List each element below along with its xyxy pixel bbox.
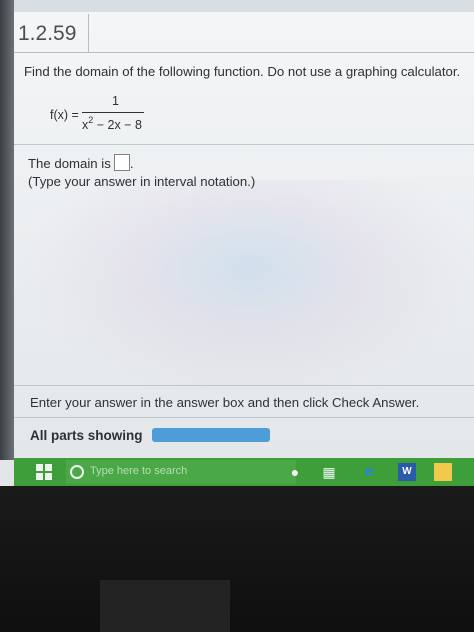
answer-input-box[interactable]: [113, 154, 130, 171]
function-label: f(x) =: [50, 108, 79, 122]
problem-number-box: 1.2.59: [14, 14, 89, 53]
screen-glare: [20, 180, 474, 400]
fraction-bar: [82, 112, 144, 113]
instruction-message: Enter your answer in the answer box and …: [30, 395, 420, 410]
windows-start-icon[interactable]: [36, 464, 52, 480]
file-explorer-icon[interactable]: [434, 463, 452, 481]
problem-instruction: Find the domain of the following functio…: [24, 64, 461, 79]
word-icon[interactable]: W: [398, 463, 416, 481]
task-view-icon[interactable]: ▦: [320, 463, 338, 481]
parts-showing-label: All parts showing: [30, 428, 143, 443]
numerator: 1: [112, 94, 119, 108]
answer-prompt-period: .: [129, 156, 134, 171]
monitor-bezel: [0, 486, 474, 632]
denominator-rest: − 2x − 8: [93, 118, 142, 132]
progress-fill: [152, 428, 270, 442]
divider: [14, 385, 474, 386]
function-expression: f(x) = 1 x2 − 2x − 8: [50, 94, 170, 138]
divider: [14, 417, 474, 418]
taskbar: Type here to search ● ▦ e W: [14, 458, 474, 486]
denominator: x2 − 2x − 8: [82, 115, 142, 132]
search-icon: [70, 465, 84, 479]
search-placeholder: Type here to search: [90, 465, 188, 477]
microphone-icon[interactable]: ●: [286, 463, 304, 481]
desk-object: [100, 580, 230, 632]
edge-browser-icon[interactable]: e: [360, 463, 378, 481]
denominator-exponent: 2: [88, 115, 94, 125]
divider: [14, 52, 474, 53]
answer-prompt: The domain is.: [28, 154, 134, 171]
screen: 1.2.59 Find the domain of the following …: [0, 0, 474, 486]
problem-number: 1.2.59: [18, 22, 77, 45]
divider: [14, 144, 474, 145]
answer-format-hint: (Type your answer in interval notation.): [28, 174, 256, 189]
answer-prompt-text: The domain is: [28, 156, 111, 171]
header-bar: [14, 0, 474, 12]
screen-left-edge: [0, 0, 14, 460]
taskbar-search-field[interactable]: Type here to search: [66, 460, 296, 484]
parts-progress-bar: [152, 428, 270, 442]
